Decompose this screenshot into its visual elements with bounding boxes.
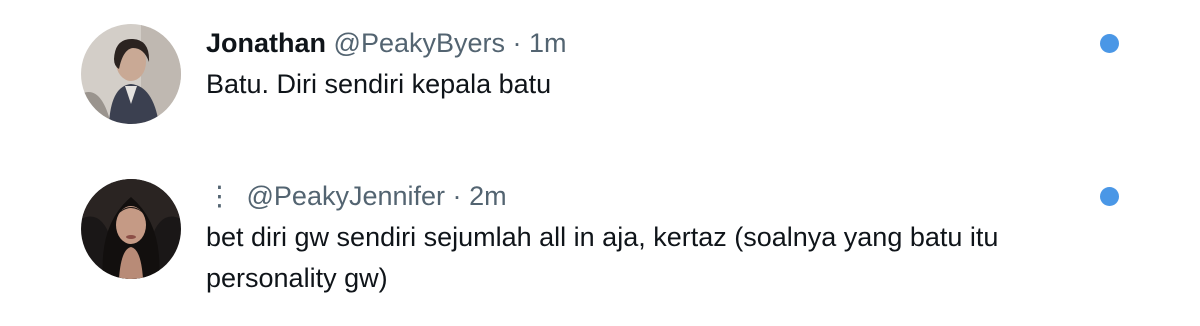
display-name[interactable]: Jonathan xyxy=(206,28,326,58)
more-options-icon[interactable]: ⋮ xyxy=(206,181,233,211)
unread-indicator xyxy=(1100,34,1119,53)
avatar[interactable] xyxy=(81,179,181,279)
tweet-text: bet diri gw sendiri sejumlah all in aja,… xyxy=(206,222,999,293)
user-handle[interactable]: @PeakyByers xyxy=(334,28,505,58)
tweet-text: Batu. Diri sendiri kepala batu xyxy=(206,69,552,99)
notification-tweet[interactable]: ⋮ @PeakyJennifer · 2m bet diri gw sendir… xyxy=(0,160,1200,326)
separator-dot: · xyxy=(512,28,522,58)
tweet-header: ⋮ @PeakyJennifer · 2m xyxy=(206,180,507,212)
timestamp[interactable]: 2m xyxy=(469,181,507,211)
separator-dot: · xyxy=(452,181,462,211)
avatar-photo-icon xyxy=(81,179,181,279)
unread-indicator xyxy=(1100,187,1119,206)
timestamp[interactable]: 1m xyxy=(529,28,567,58)
user-handle[interactable]: @PeakyJennifer xyxy=(247,181,446,211)
avatar[interactable] xyxy=(81,24,181,124)
tweet-header: Jonathan @PeakyByers · 1m xyxy=(206,27,567,59)
notification-tweet[interactable]: Jonathan @PeakyByers · 1m Batu. Diri sen… xyxy=(0,0,1200,160)
avatar-photo-icon xyxy=(81,24,181,124)
